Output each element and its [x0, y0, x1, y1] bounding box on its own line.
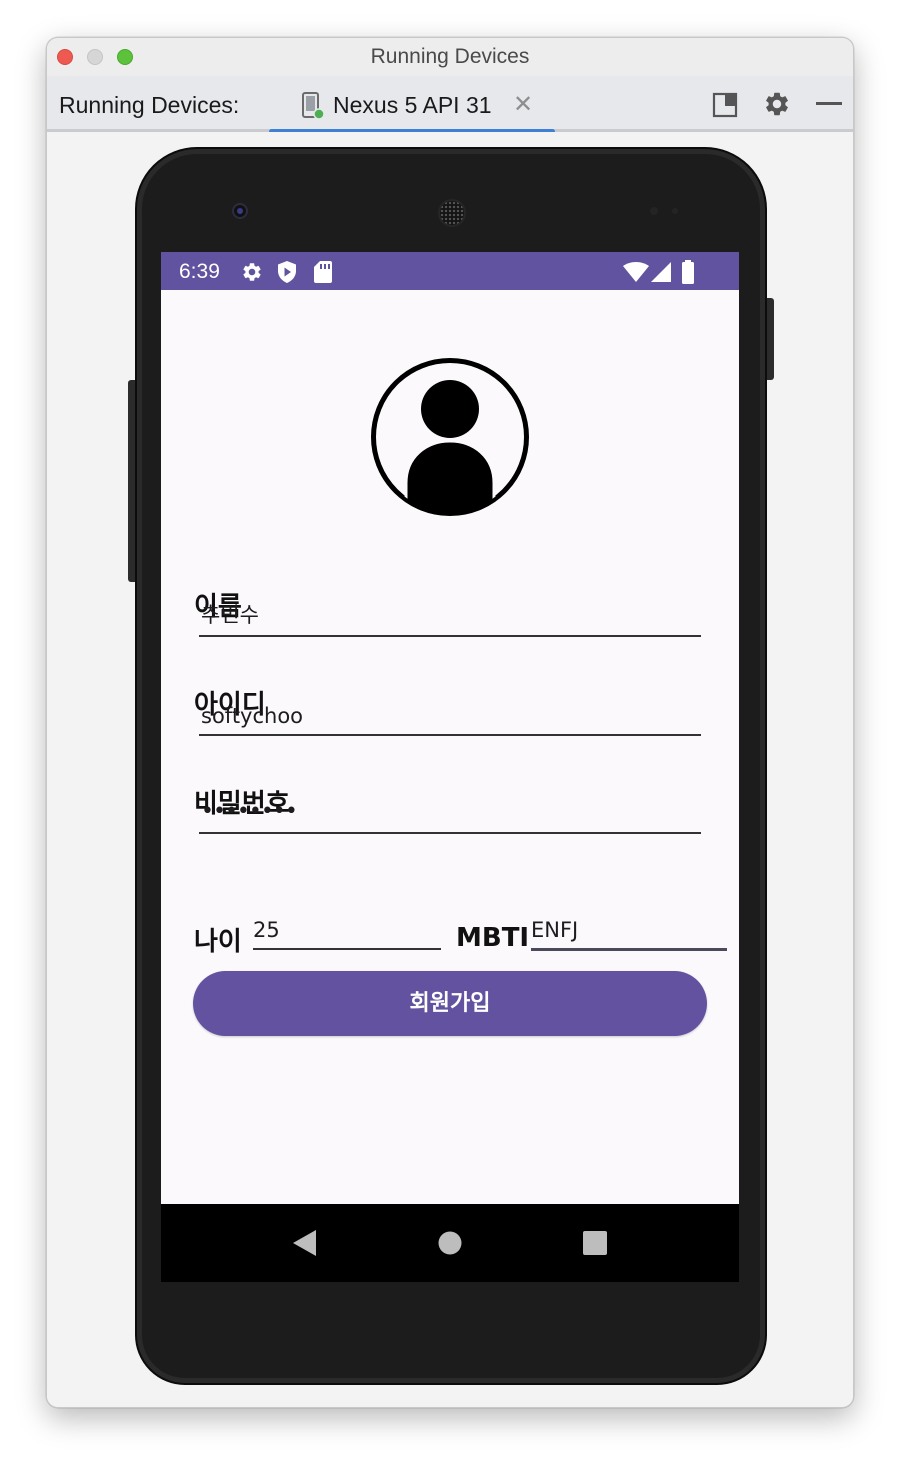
zoom-window-button[interactable] [117, 49, 133, 65]
volume-button[interactable] [128, 380, 135, 582]
minimize-window-button[interactable] [87, 49, 103, 65]
navigation-bar [161, 1204, 739, 1282]
mbti-input[interactable]: ENFJ [531, 911, 727, 951]
mbti-value: ENFJ [531, 918, 579, 942]
tab-label: Nexus 5 API 31 [333, 92, 492, 118]
signup-button[interactable]: 회원가입 [193, 971, 707, 1036]
sd-card-icon [314, 261, 332, 283]
power-button[interactable] [767, 298, 774, 380]
shield-play-icon [278, 261, 296, 283]
age-value: 25 [253, 918, 280, 942]
battery-icon [682, 260, 694, 284]
status-bar: 6:39 [161, 252, 739, 290]
toolbar-label: Running Devices: [59, 92, 240, 118]
settings-icon [243, 263, 261, 281]
name-value: 추민수 [201, 603, 259, 627]
layout-icon[interactable] [712, 92, 738, 118]
back-icon[interactable] [292, 1229, 318, 1257]
light-sensor [672, 208, 678, 214]
age-label: 나이 [194, 927, 242, 957]
phone-frame: 6:39 이름 추민수 아이디 softychoo 비밀번호 •••••••• … [135, 147, 767, 1385]
mbti-label: MBTI [456, 923, 530, 953]
signal-icon [651, 262, 671, 282]
running-devices-window: Running Devices Running Devices: Nexus 5… [46, 37, 854, 1408]
id-value: softychoo [201, 704, 304, 728]
tab-nexus-5[interactable]: Nexus 5 API 31 ✕ [269, 76, 555, 134]
window-title: Running Devices [370, 45, 530, 68]
front-camera [232, 203, 248, 219]
title-bar: Running Devices [47, 38, 853, 76]
device-view: 6:39 이름 추민수 아이디 softychoo 비밀번호 •••••••• … [47, 132, 853, 1407]
device-icon [302, 92, 325, 120]
close-icon[interactable]: ✕ [513, 76, 533, 134]
home-icon[interactable] [438, 1231, 462, 1255]
earpiece-speaker [438, 199, 466, 227]
wifi-icon [623, 262, 649, 282]
gear-icon[interactable] [763, 90, 791, 118]
device-screen[interactable]: 6:39 이름 추민수 아이디 softychoo 비밀번호 •••••••• … [161, 252, 739, 1282]
status-time: 6:39 [179, 260, 220, 283]
age-input[interactable]: 25 [253, 910, 441, 950]
id-input[interactable]: softychoo [199, 692, 701, 736]
minimize-icon[interactable] [816, 102, 842, 106]
name-input[interactable]: 추민수 [199, 593, 701, 637]
password-input[interactable]: •••••••• [199, 790, 701, 834]
recents-icon[interactable] [582, 1230, 608, 1256]
proximity-sensor [650, 207, 658, 215]
close-window-button[interactable] [57, 49, 73, 65]
password-value: •••••••• [201, 799, 298, 824]
toolbar: Running Devices: Nexus 5 API 31 ✕ [47, 76, 853, 134]
profile-avatar-icon[interactable] [370, 357, 530, 517]
